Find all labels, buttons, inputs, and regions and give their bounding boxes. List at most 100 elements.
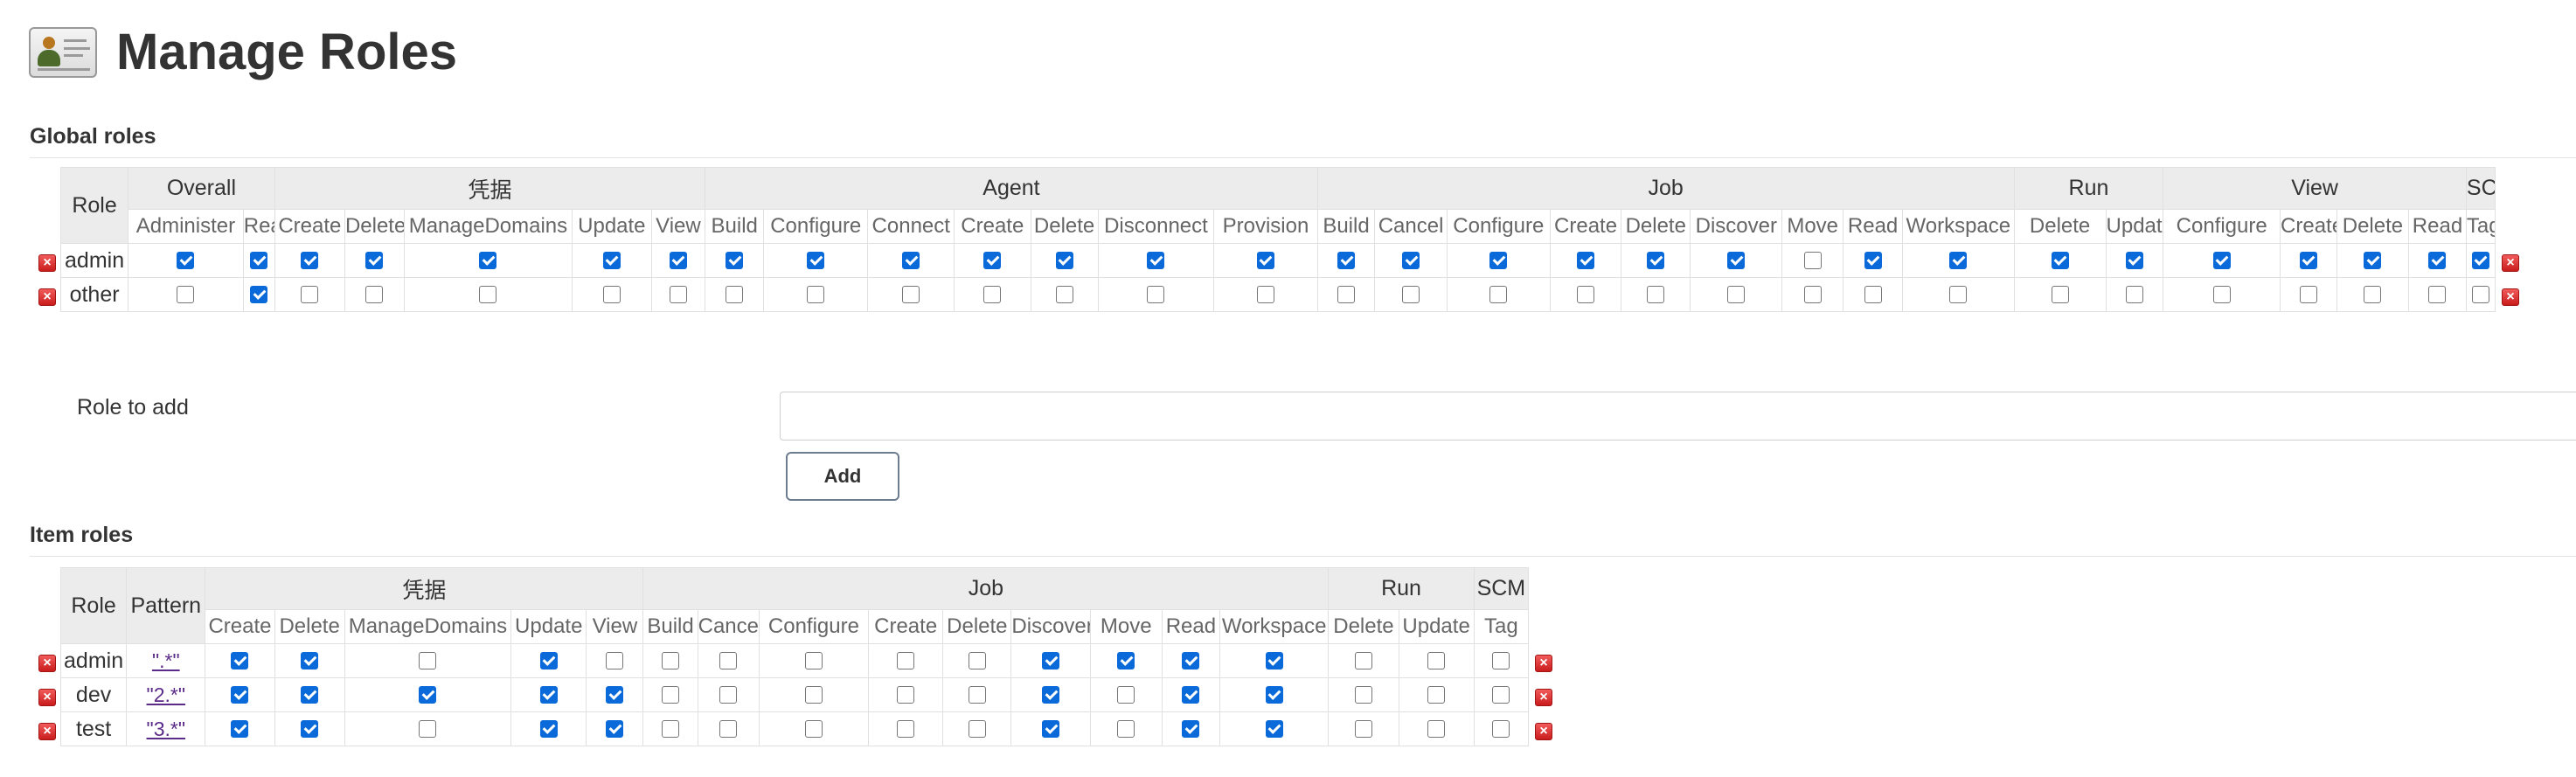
delete-icon[interactable]: × xyxy=(1535,654,1552,672)
permission-checkbox-checked[interactable] xyxy=(902,252,920,269)
permission-checkbox[interactable] xyxy=(1117,686,1135,704)
permission-checkbox[interactable] xyxy=(1727,286,1746,303)
permission-checkbox-checked[interactable] xyxy=(539,720,558,738)
permission-checkbox[interactable] xyxy=(968,686,986,704)
permission-checkbox-checked[interactable] xyxy=(177,252,195,269)
permission-checkbox[interactable] xyxy=(1949,286,1968,303)
permission-checkbox[interactable] xyxy=(1055,286,1073,303)
delete-icon[interactable]: × xyxy=(2502,253,2519,272)
permission-checkbox-checked[interactable] xyxy=(539,652,558,669)
permission-checkbox-checked[interactable] xyxy=(602,252,621,269)
permission-checkbox[interactable] xyxy=(2299,286,2317,303)
permission-checkbox-checked[interactable] xyxy=(1949,252,1968,269)
permission-checkbox[interactable] xyxy=(1117,720,1135,738)
add-role-button[interactable]: Add xyxy=(786,452,899,501)
permission-checkbox[interactable] xyxy=(726,286,744,303)
permission-checkbox[interactable] xyxy=(1402,286,1420,303)
permission-checkbox[interactable] xyxy=(719,686,738,704)
permission-checkbox-checked[interactable] xyxy=(2051,252,2069,269)
permission-checkbox[interactable] xyxy=(662,652,680,669)
permission-checkbox[interactable] xyxy=(2471,286,2489,303)
permission-checkbox[interactable] xyxy=(669,286,687,303)
permission-checkbox[interactable] xyxy=(177,286,195,303)
permission-checkbox-checked[interactable] xyxy=(1577,252,1595,269)
permission-checkbox[interactable] xyxy=(1427,720,1446,738)
permission-checkbox[interactable] xyxy=(1337,286,1356,303)
permission-checkbox-checked[interactable] xyxy=(1182,652,1200,669)
delete-icon[interactable]: × xyxy=(1535,722,1552,740)
permission-checkbox-checked[interactable] xyxy=(1182,720,1200,738)
permission-checkbox-checked[interactable] xyxy=(1489,252,1508,269)
permission-checkbox-checked[interactable] xyxy=(1117,652,1135,669)
permission-checkbox-checked[interactable] xyxy=(1055,252,1073,269)
permission-checkbox[interactable] xyxy=(2051,286,2069,303)
permission-checkbox[interactable] xyxy=(968,652,986,669)
permission-checkbox-checked[interactable] xyxy=(2125,252,2143,269)
permission-checkbox-checked[interactable] xyxy=(479,252,497,269)
permission-checkbox[interactable] xyxy=(2428,286,2447,303)
delete-icon[interactable]: × xyxy=(38,288,56,306)
permission-checkbox[interactable] xyxy=(365,286,384,303)
permission-checkbox-checked[interactable] xyxy=(1256,252,1274,269)
permission-checkbox-checked[interactable] xyxy=(1864,252,1882,269)
permission-checkbox[interactable] xyxy=(902,286,920,303)
permission-checkbox[interactable] xyxy=(301,286,319,303)
permission-checkbox-checked[interactable] xyxy=(1265,686,1283,704)
delete-icon[interactable]: × xyxy=(2502,288,2519,306)
permission-checkbox[interactable] xyxy=(2212,286,2231,303)
permission-checkbox-checked[interactable] xyxy=(726,252,744,269)
permission-checkbox-checked[interactable] xyxy=(669,252,687,269)
permission-checkbox-checked[interactable] xyxy=(1042,686,1060,704)
permission-checkbox-checked[interactable] xyxy=(606,720,624,738)
permission-checkbox[interactable] xyxy=(804,720,823,738)
permission-checkbox[interactable] xyxy=(1256,286,1274,303)
permission-checkbox-checked[interactable] xyxy=(301,720,319,738)
permission-checkbox[interactable] xyxy=(602,286,621,303)
permission-checkbox-checked[interactable] xyxy=(2212,252,2231,269)
pattern-link[interactable]: ".*" xyxy=(152,649,180,672)
permission-checkbox[interactable] xyxy=(804,652,823,669)
permission-checkbox[interactable] xyxy=(1803,286,1822,303)
permission-checkbox[interactable] xyxy=(1864,286,1882,303)
permission-checkbox[interactable] xyxy=(897,720,915,738)
permission-checkbox[interactable] xyxy=(1354,686,1372,704)
permission-checkbox-checked[interactable] xyxy=(419,686,437,704)
permission-checkbox[interactable] xyxy=(662,720,680,738)
permission-checkbox[interactable] xyxy=(807,286,825,303)
permission-checkbox-checked[interactable] xyxy=(1147,252,1165,269)
permission-checkbox[interactable] xyxy=(606,652,624,669)
permission-checkbox-checked[interactable] xyxy=(1402,252,1420,269)
permission-checkbox[interactable] xyxy=(983,286,1002,303)
permission-checkbox[interactable] xyxy=(1492,686,1510,704)
permission-checkbox[interactable] xyxy=(1354,720,1372,738)
permission-checkbox-checked[interactable] xyxy=(807,252,825,269)
permission-checkbox[interactable] xyxy=(419,720,437,738)
permission-checkbox-checked[interactable] xyxy=(250,286,268,303)
permission-checkbox-checked[interactable] xyxy=(1182,686,1200,704)
role-to-add-input[interactable] xyxy=(780,392,2576,441)
permission-checkbox-checked[interactable] xyxy=(231,720,249,738)
permission-checkbox-checked[interactable] xyxy=(301,652,319,669)
permission-checkbox-checked[interactable] xyxy=(231,686,249,704)
permission-checkbox-checked[interactable] xyxy=(2471,252,2489,269)
permission-checkbox-checked[interactable] xyxy=(539,686,558,704)
permission-checkbox[interactable] xyxy=(897,652,915,669)
permission-checkbox-checked[interactable] xyxy=(1265,720,1283,738)
permission-checkbox[interactable] xyxy=(719,652,738,669)
permission-checkbox[interactable] xyxy=(897,686,915,704)
permission-checkbox[interactable] xyxy=(1803,252,1822,269)
permission-checkbox-checked[interactable] xyxy=(2364,252,2382,269)
permission-checkbox[interactable] xyxy=(1427,652,1446,669)
permission-checkbox[interactable] xyxy=(719,720,738,738)
delete-icon[interactable]: × xyxy=(38,688,56,706)
permission-checkbox-checked[interactable] xyxy=(1042,652,1060,669)
permission-checkbox-checked[interactable] xyxy=(1647,252,1665,269)
permission-checkbox[interactable] xyxy=(479,286,497,303)
permission-checkbox[interactable] xyxy=(1354,652,1372,669)
permission-checkbox[interactable] xyxy=(1147,286,1165,303)
permission-checkbox-checked[interactable] xyxy=(231,652,249,669)
permission-checkbox[interactable] xyxy=(1577,286,1595,303)
permission-checkbox[interactable] xyxy=(2125,286,2143,303)
permission-checkbox[interactable] xyxy=(662,686,680,704)
permission-checkbox-checked[interactable] xyxy=(606,686,624,704)
